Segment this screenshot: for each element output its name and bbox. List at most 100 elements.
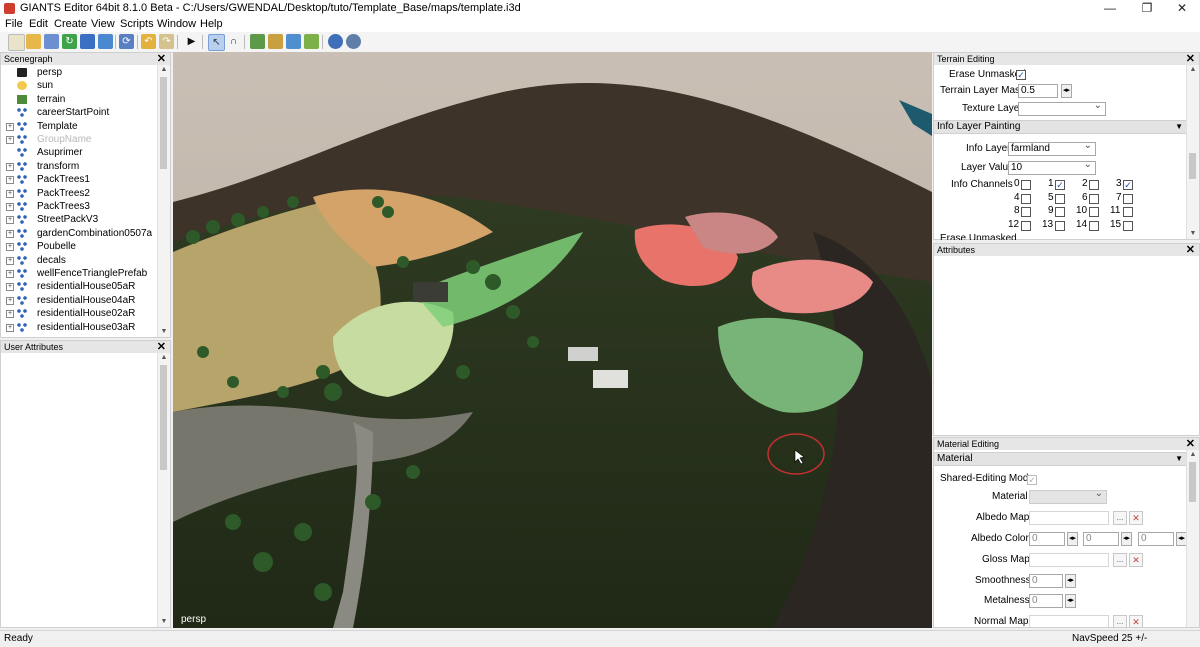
- scenegraph-item[interactable]: + residentialHouse02aR: [1, 307, 151, 320]
- info-channel-checkbox[interactable]: [1123, 220, 1133, 231]
- scenegraph-item[interactable]: persp: [1, 66, 151, 79]
- user-attributes-close-button[interactable]: ✕: [157, 341, 166, 353]
- redo-icon[interactable]: ↷: [159, 34, 174, 49]
- expand-toggle-icon[interactable]: +: [6, 216, 14, 225]
- move-icon[interactable]: [304, 34, 319, 49]
- info-channel-checkbox[interactable]: ✓: [1055, 180, 1065, 190]
- info-channel-checkbox[interactable]: [1089, 180, 1099, 190]
- scrollbar-thumb[interactable]: [160, 365, 167, 470]
- normal-map-clear-icon[interactable]: ✕: [1129, 615, 1143, 627]
- open-folder-icon[interactable]: [26, 34, 41, 49]
- scrollbar-thumb[interactable]: [1189, 153, 1196, 179]
- albedo-color-g-spinner[interactable]: ◂▸: [1121, 532, 1132, 546]
- expand-toggle-icon[interactable]: +: [6, 283, 14, 292]
- expand-toggle-icon[interactable]: +: [6, 162, 14, 171]
- menu-create[interactable]: Create: [54, 18, 87, 30]
- expand-toggle-icon[interactable]: +: [6, 270, 14, 278]
- expand-toggle-icon[interactable]: +: [6, 122, 14, 131]
- attributes-close-button[interactable]: ✕: [1186, 244, 1195, 256]
- menu-edit[interactable]: Edit: [29, 18, 48, 30]
- close-window-button[interactable]: ✕: [1164, 0, 1200, 17]
- magnet-icon[interactable]: ∩: [226, 34, 241, 49]
- menu-help[interactable]: Help: [200, 18, 223, 30]
- expand-toggle-icon[interactable]: +: [6, 176, 14, 185]
- collapse-triangle-icon[interactable]: ▼: [1175, 453, 1183, 465]
- menu-file[interactable]: File: [5, 18, 23, 30]
- gloss-map-browse-button[interactable]: ...: [1113, 553, 1127, 567]
- select-icon[interactable]: ↖: [208, 34, 225, 51]
- scenegraph-item[interactable]: + PackTrees1: [1, 173, 151, 186]
- scrollbar-thumb[interactable]: [160, 77, 167, 169]
- scenegraph-item[interactable]: + decals: [1, 254, 151, 267]
- info-channel-checkbox[interactable]: [1021, 207, 1031, 217]
- scenegraph-item[interactable]: + residentialHouse03aR: [1, 321, 151, 334]
- albedo-map-clear-icon[interactable]: ✕: [1129, 511, 1143, 525]
- info-channel-checkbox[interactable]: [1089, 220, 1099, 231]
- scrollbar-thumb[interactable]: [1189, 462, 1196, 502]
- normal-map-browse-button[interactable]: ...: [1113, 615, 1127, 627]
- menu-scripts[interactable]: Scripts: [120, 18, 154, 30]
- minimize-button[interactable]: —: [1092, 0, 1128, 17]
- terrain-layer-mask-input[interactable]: 0.5: [1018, 84, 1058, 98]
- info-channel-checkbox[interactable]: [1021, 180, 1031, 190]
- scenegraph-item[interactable]: + StreetPackV3: [1, 213, 151, 226]
- material-editing-scrollbar[interactable]: ▲: [1186, 450, 1199, 627]
- scenegraph-item[interactable]: careerStartPoint: [1, 106, 151, 119]
- gloss-map-clear-icon[interactable]: ✕: [1129, 553, 1143, 567]
- info-channel-checkbox[interactable]: [1055, 220, 1065, 231]
- info-channel-checkbox[interactable]: [1055, 207, 1065, 217]
- erase-unmasked-checkbox[interactable]: ✓: [1016, 70, 1026, 80]
- refresh-icon[interactable]: ↻: [62, 34, 77, 49]
- 3d-viewport[interactable]: persp: [173, 52, 932, 628]
- expand-toggle-icon[interactable]: +: [6, 323, 14, 332]
- play-icon[interactable]: ▶: [184, 34, 199, 49]
- expand-toggle-icon[interactable]: +: [6, 189, 14, 198]
- scroll-up-icon[interactable]: ▲: [1187, 450, 1199, 460]
- expand-toggle-icon[interactable]: +: [6, 256, 14, 265]
- info-channel-checkbox[interactable]: [1089, 193, 1099, 204]
- terrain-editing-close-button[interactable]: ✕: [1186, 53, 1195, 65]
- terrain-layer-mask-spinner[interactable]: ◂▸: [1061, 84, 1072, 98]
- scenegraph-scrollbar[interactable]: ▲ ▼: [157, 65, 170, 337]
- smoothness-spinner[interactable]: ◂▸: [1065, 574, 1076, 588]
- scenegraph-item[interactable]: + GroupName: [1, 133, 151, 146]
- undo-icon[interactable]: ↶: [141, 34, 156, 49]
- albedo-color-b-input[interactable]: 0: [1138, 532, 1174, 546]
- scenegraph-item[interactable]: + Poubelle: [1, 240, 151, 253]
- shared-editing-checkbox[interactable]: ✓: [1027, 475, 1037, 485]
- info-channel-checkbox[interactable]: [1123, 193, 1133, 204]
- scenegraph-item[interactable]: Asuprimer: [1, 146, 151, 159]
- scroll-down-icon[interactable]: ▼: [1187, 229, 1199, 239]
- info-channel-checkbox[interactable]: ✓: [1123, 180, 1133, 190]
- scroll-up-icon[interactable]: ▲: [158, 353, 170, 363]
- scenegraph-item[interactable]: + PackTrees2: [1, 187, 151, 200]
- settings-icon[interactable]: [328, 34, 343, 49]
- scenegraph-item[interactable]: sun: [1, 79, 151, 92]
- normal-map-input[interactable]: [1029, 615, 1109, 627]
- scenegraph-item[interactable]: + Template: [1, 120, 151, 133]
- scenegraph-item[interactable]: terrain: [1, 93, 151, 106]
- edit-icon[interactable]: [44, 34, 59, 49]
- info-channel-checkbox[interactable]: [1089, 207, 1099, 217]
- scenegraph-close-button[interactable]: ✕: [157, 53, 166, 65]
- albedo-map-browse-button[interactable]: ...: [1113, 511, 1127, 525]
- layer-value-select[interactable]: 10: [1008, 159, 1096, 175]
- collapse-triangle-icon[interactable]: ▼: [1175, 121, 1183, 133]
- menu-window[interactable]: Window: [157, 18, 196, 30]
- expand-toggle-icon[interactable]: +: [6, 229, 14, 238]
- scenegraph-item[interactable]: + transform: [1, 160, 151, 173]
- terrain-editing-scrollbar[interactable]: ▲ ▼: [1186, 65, 1199, 239]
- metalness-spinner[interactable]: ◂▸: [1065, 594, 1076, 608]
- camera-icon[interactable]: [286, 34, 301, 49]
- scenegraph-item[interactable]: + PackTrees3: [1, 200, 151, 213]
- save-icon[interactable]: [80, 34, 95, 49]
- gloss-map-input[interactable]: [1029, 553, 1109, 567]
- albedo-color-r-input[interactable]: 0: [1029, 532, 1065, 546]
- material-section[interactable]: Material ▼: [934, 452, 1187, 466]
- new-file-icon[interactable]: [8, 34, 25, 51]
- albedo-map-input[interactable]: [1029, 511, 1109, 525]
- material-editing-close-button[interactable]: ✕: [1186, 438, 1195, 450]
- user-attributes-scrollbar[interactable]: ▲ ▼: [157, 353, 170, 627]
- terrain-icon[interactable]: [250, 34, 265, 49]
- info-channel-checkbox[interactable]: [1021, 193, 1031, 204]
